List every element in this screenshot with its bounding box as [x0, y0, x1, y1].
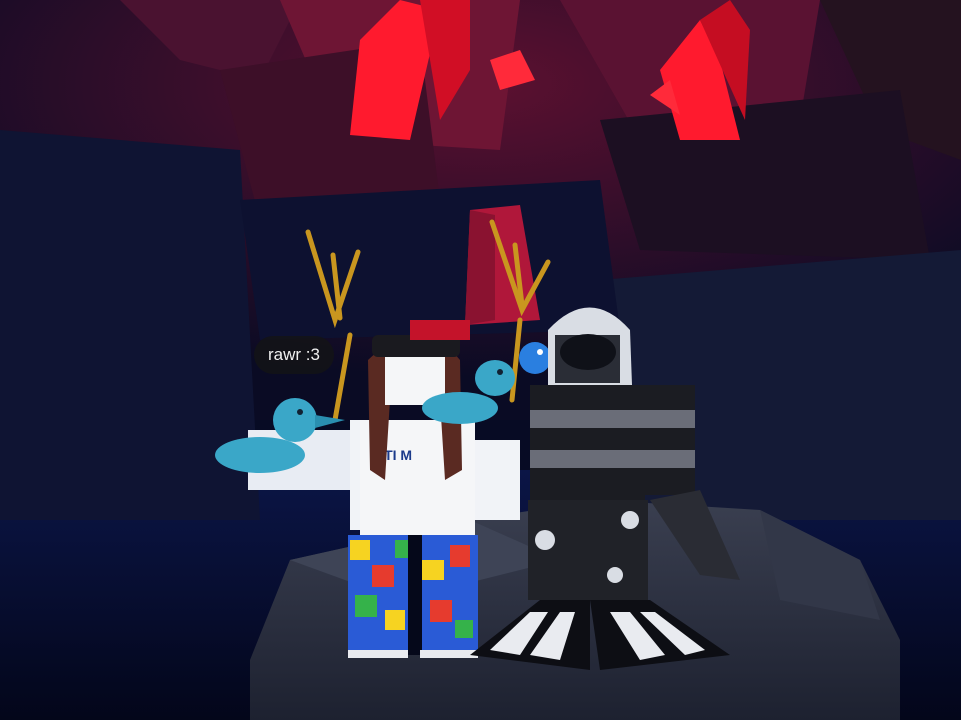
chat-message: rawr :3	[268, 345, 320, 364]
game-viewport[interactable]: ATI M rawr:3	[0, 0, 961, 720]
scene-render: ATI M	[0, 0, 961, 720]
puzzle-pants	[348, 535, 478, 655]
chat-bubble: rawr :3	[254, 336, 334, 374]
